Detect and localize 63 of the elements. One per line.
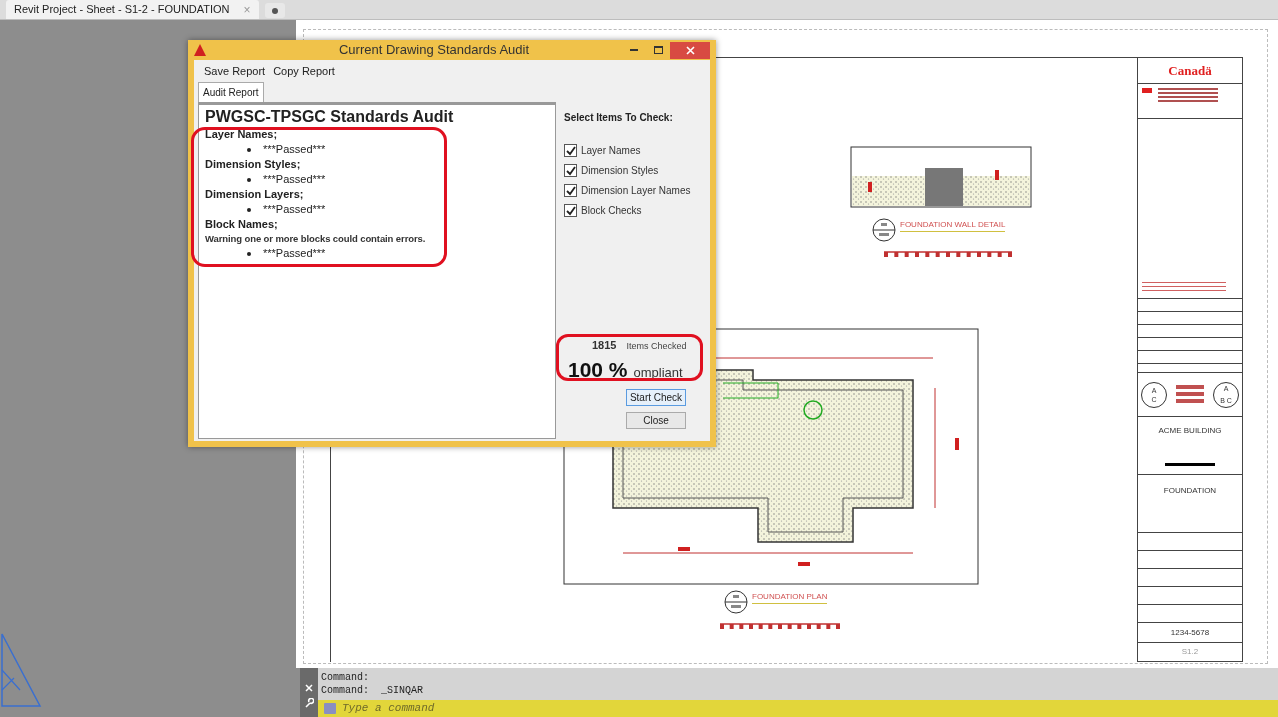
minimize-icon <box>630 49 638 51</box>
close-icon <box>685 45 695 55</box>
result-text: ***Passed*** <box>263 172 326 188</box>
checkbox[interactable] <box>564 164 577 177</box>
close-button[interactable] <box>670 41 710 59</box>
dialog-button[interactable]: Close <box>626 412 686 429</box>
checkbox[interactable] <box>564 204 577 217</box>
prompt-icon <box>324 703 336 714</box>
command-history-line: Command: _SINQAR <box>321 684 425 697</box>
report-tab[interactable]: Audit Report <box>198 82 264 102</box>
flag-icon <box>1142 88 1152 93</box>
project-name: ACME BUILDING <box>1158 425 1222 437</box>
tab-label: Revit Project - Sheet - S1-2 - FOUNDATION <box>14 2 230 18</box>
menu-item[interactable]: Copy Report <box>273 62 335 80</box>
section-title: Dimension Layers; <box>205 187 305 202</box>
bullet-icon <box>247 207 251 212</box>
section-title: Dimension Styles; <box>205 157 302 172</box>
checks-heading: Select Items To Check: <box>564 111 674 125</box>
detail-title: FOUNDATION WALL DETAIL <box>900 218 1006 232</box>
dialog-button[interactable]: Start Check <box>626 389 686 406</box>
section-title: Layer Names; <box>205 127 279 142</box>
checkmark-icon <box>565 165 576 176</box>
project-number: 1234-5678 <box>1170 626 1210 639</box>
sheet-number: S1.2 <box>1181 646 1199 658</box>
bullet-icon <box>247 177 251 182</box>
check-label: Dimension Layer Names <box>581 184 691 198</box>
result-text: ***Passed*** <box>263 142 326 158</box>
dialog-title: Current Drawing Standards Audit <box>337 41 530 60</box>
new-tab-button[interactable] <box>264 3 285 18</box>
bullet-icon <box>247 251 251 256</box>
underline-bar-drawing <box>1165 463 1215 466</box>
app-logo-icon <box>194 44 206 56</box>
items-count: 1815 <box>592 338 617 353</box>
maximize-icon <box>653 46 663 54</box>
result-text: ***Passed*** <box>263 202 326 218</box>
report-heading: PWGSC-TPSGC Standards Audit <box>205 107 455 127</box>
command-history-line: Command: <box>321 671 370 684</box>
checkmark-icon <box>565 145 576 156</box>
checkmark-icon <box>565 185 576 196</box>
checkbox[interactable] <box>564 184 577 197</box>
close-icon[interactable] <box>305 683 313 692</box>
redacted-text-drawing <box>1158 88 1218 102</box>
section-marker-icon <box>724 590 748 614</box>
plan-title: FOUNDATION PLAN <box>752 590 828 604</box>
items-label: Items Checked <box>626 340 687 353</box>
menu-item[interactable]: Save Report <box>204 62 266 80</box>
legend-drawing <box>1176 384 1204 405</box>
compliance-label: ompliant <box>633 363 683 382</box>
check-label: Layer Names <box>581 144 641 158</box>
sheet-title: FOUNDATION <box>1163 485 1217 497</box>
section-title: Block Names; <box>205 217 279 232</box>
check-label: Dimension Styles <box>581 164 659 178</box>
check-label: Block Checks <box>581 204 642 218</box>
section-marker-icon <box>872 218 896 242</box>
warning-text: Warning one or more blocks could contain errors. <box>205 232 427 246</box>
document-tab[interactable]: Revit Project - Sheet - S1-2 - FOUNDATION × <box>6 0 259 19</box>
checkbox[interactable] <box>564 144 577 157</box>
wrench-icon[interactable] <box>304 697 314 708</box>
bullet-icon <box>247 147 251 152</box>
checkmark-icon <box>565 205 576 216</box>
logo-text: Canadä <box>1168 61 1212 80</box>
result-text: ***Passed*** <box>263 246 326 262</box>
compliance-percent: 100 % <box>568 356 628 383</box>
